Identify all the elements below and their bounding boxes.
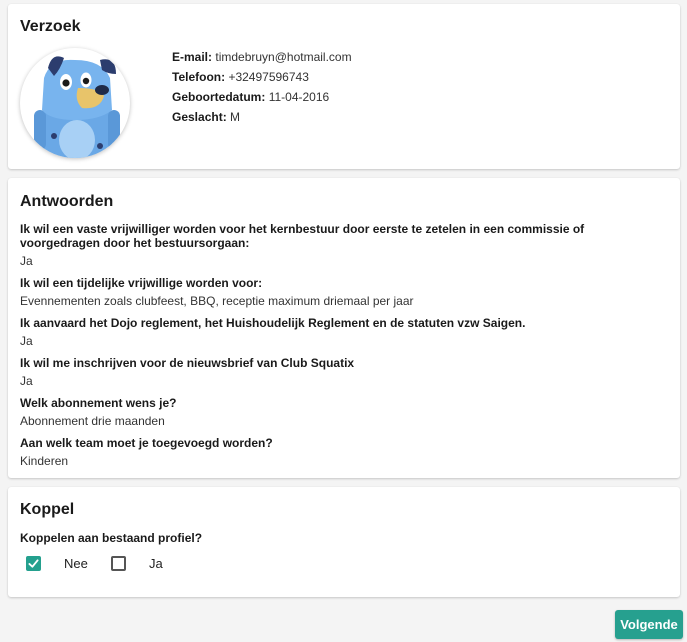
answer-text: Ja: [20, 334, 33, 348]
question-text: Ik aanvaard het Dojo reglement, het Huis…: [20, 316, 526, 330]
email-row: E-mail: timdebruyn@hotmail.com: [172, 47, 352, 67]
gender-value: M: [230, 110, 241, 124]
answer-text: Ja: [20, 254, 33, 268]
link-card: Koppel Koppelen aan bestaand profiel? Ne…: [8, 487, 680, 597]
request-title: Verzoek: [20, 18, 81, 35]
check-icon: [28, 559, 39, 568]
request-card: Verzoek E-mail: timdebruyn@hotmail.com T…: [8, 4, 680, 169]
link-question: Koppelen aan bestaand profiel?: [20, 531, 203, 545]
question-text: Ik wil een tijdelijke vrijwillige worden…: [20, 276, 263, 290]
answer-item: Ik aanvaard het Dojo reglement, het Huis…: [20, 316, 660, 348]
question-text: Ik wil een vaste vrijwilliger worden voo…: [20, 222, 585, 250]
checkbox-ja[interactable]: [111, 556, 126, 571]
option-label[interactable]: Ja: [149, 556, 163, 571]
option-ja[interactable]: Ja: [111, 556, 163, 571]
answer-item: Welk abonnement wens je? Abonnement drie…: [20, 396, 660, 428]
answer-item: Ik wil een tijdelijke vrijwillige worden…: [20, 276, 660, 308]
answer-text: Abonnement drie maanden: [20, 414, 165, 428]
email-value: timdebruyn@hotmail.com: [215, 50, 352, 64]
request-info: E-mail: timdebruyn@hotmail.com Telefoon:…: [172, 47, 352, 127]
birthdate-row: Geboortedatum: 11-04-2016: [172, 87, 352, 107]
option-nee[interactable]: Nee: [26, 556, 88, 571]
answers-title: Antwoorden: [20, 193, 114, 210]
checkbox-nee[interactable]: [26, 556, 41, 571]
gender-label: Geslacht:: [172, 110, 227, 124]
answer-text: Ja: [20, 374, 33, 388]
answer-text: Evennementen zoals clubfeest, BBQ, recep…: [20, 294, 414, 308]
email-label: E-mail:: [172, 50, 213, 64]
answer-item: Aan welk team moet je toegevoegd worden?…: [20, 436, 660, 468]
question-text: Welk abonnement wens je?: [20, 396, 177, 410]
gender-row: Geslacht: M: [172, 107, 352, 127]
answer-text: Kinderen: [20, 454, 69, 468]
birthdate-label: Geboortedatum:: [172, 90, 266, 104]
option-label[interactable]: Nee: [64, 556, 88, 571]
answer-item: Ik wil me inschrijven voor de nieuwsbrie…: [20, 356, 660, 388]
phone-label: Telefoon:: [172, 70, 226, 84]
phone-value: +32497596743: [228, 70, 309, 84]
link-title: Koppel: [20, 501, 75, 518]
answer-item: Ik wil een vaste vrijwilliger worden voo…: [20, 222, 660, 268]
avatar: [20, 48, 130, 158]
phone-row: Telefoon: +32497596743: [172, 67, 352, 87]
question-text: Ik wil me inschrijven voor de nieuwsbrie…: [20, 356, 355, 370]
birthdate-value: 11-04-2016: [268, 90, 330, 104]
answers-card: Antwoorden Ik wil een vaste vrijwilliger…: [8, 178, 680, 478]
next-button[interactable]: Volgende: [615, 610, 683, 639]
avatar-image: [23, 51, 127, 158]
question-text: Aan welk team moet je toegevoegd worden?: [20, 436, 273, 450]
